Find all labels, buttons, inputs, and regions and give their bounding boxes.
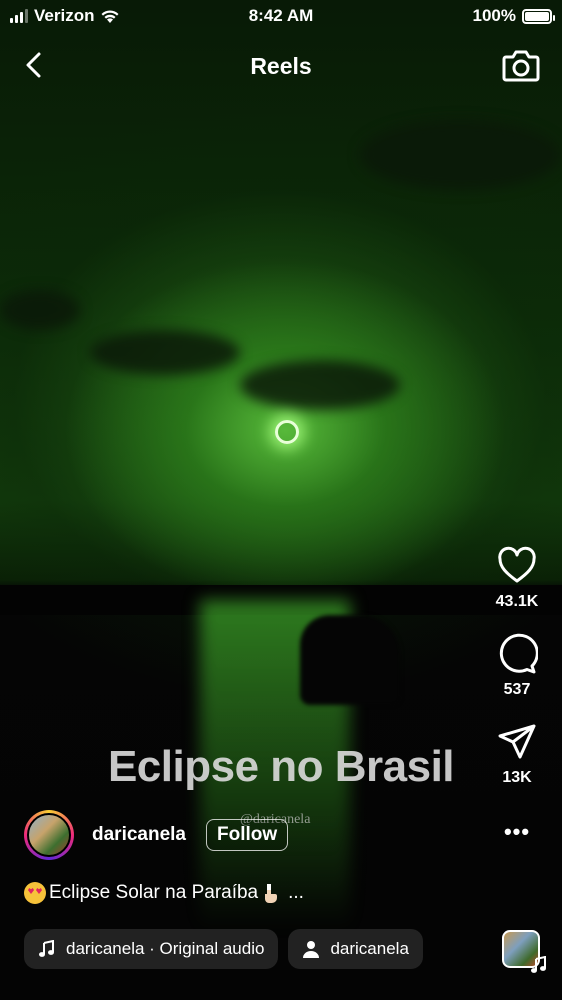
send-icon bbox=[498, 724, 536, 759]
battery-icon bbox=[522, 8, 555, 24]
pointing-down-emoji-icon bbox=[265, 884, 278, 903]
audio-chip[interactable]: daricanela · Original audio bbox=[24, 929, 279, 969]
comment-icon bbox=[499, 633, 538, 674]
tagged-user-label: daricanela bbox=[330, 939, 409, 958]
caption-text: Eclipse Solar na Paraíba bbox=[49, 882, 259, 903]
comment-count: 537 bbox=[503, 681, 531, 698]
author-row: daricanela Follow bbox=[24, 810, 289, 860]
camera-icon[interactable] bbox=[502, 48, 540, 82]
reel-screen[interactable]: Verizon 8:42 AM 100% Reels Eclipse no Br… bbox=[0, 0, 562, 1000]
avatar[interactable] bbox=[24, 810, 74, 860]
cloud bbox=[240, 360, 400, 410]
caption-more-ellipsis: ... bbox=[288, 882, 304, 903]
top-bar: Reels bbox=[0, 44, 562, 90]
boat-silhouette bbox=[300, 615, 400, 705]
page-title: Reels bbox=[250, 53, 312, 79]
status-bar: Verizon 8:42 AM 100% bbox=[0, 0, 562, 32]
share-button[interactable]: 13K bbox=[496, 721, 538, 787]
action-rail: 43.1K 537 13K ••• bbox=[486, 545, 548, 845]
music-note-icon bbox=[39, 940, 54, 957]
heart-icon bbox=[498, 546, 536, 583]
eclipse-ring bbox=[275, 420, 299, 444]
cloud bbox=[360, 120, 560, 190]
video-overlay-text: Eclipse no Brasil bbox=[107, 742, 455, 791]
author-username[interactable]: daricanela bbox=[92, 824, 186, 846]
more-options-button[interactable]: ••• bbox=[504, 819, 530, 845]
like-button[interactable]: 43.1K bbox=[495, 545, 539, 611]
like-count: 43.1K bbox=[495, 593, 539, 610]
bottom-chips: daricanela · Original audio daricanela bbox=[24, 929, 423, 969]
tagged-user-chip[interactable]: daricanela bbox=[288, 929, 423, 969]
comment-button[interactable]: 537 bbox=[496, 633, 538, 699]
cloud bbox=[0, 290, 80, 330]
share-count: 13K bbox=[502, 769, 532, 786]
cloud bbox=[90, 330, 240, 375]
follow-button[interactable]: Follow bbox=[206, 819, 289, 851]
heart-eyes-emoji-icon bbox=[24, 882, 46, 904]
battery-percent: 100% bbox=[472, 6, 516, 25]
audio-label: daricanela · Original audio bbox=[66, 939, 265, 958]
caption[interactable]: Eclipse Solar na Paraíba ... bbox=[24, 882, 304, 904]
music-note-icon bbox=[531, 956, 546, 973]
person-icon bbox=[303, 941, 320, 958]
